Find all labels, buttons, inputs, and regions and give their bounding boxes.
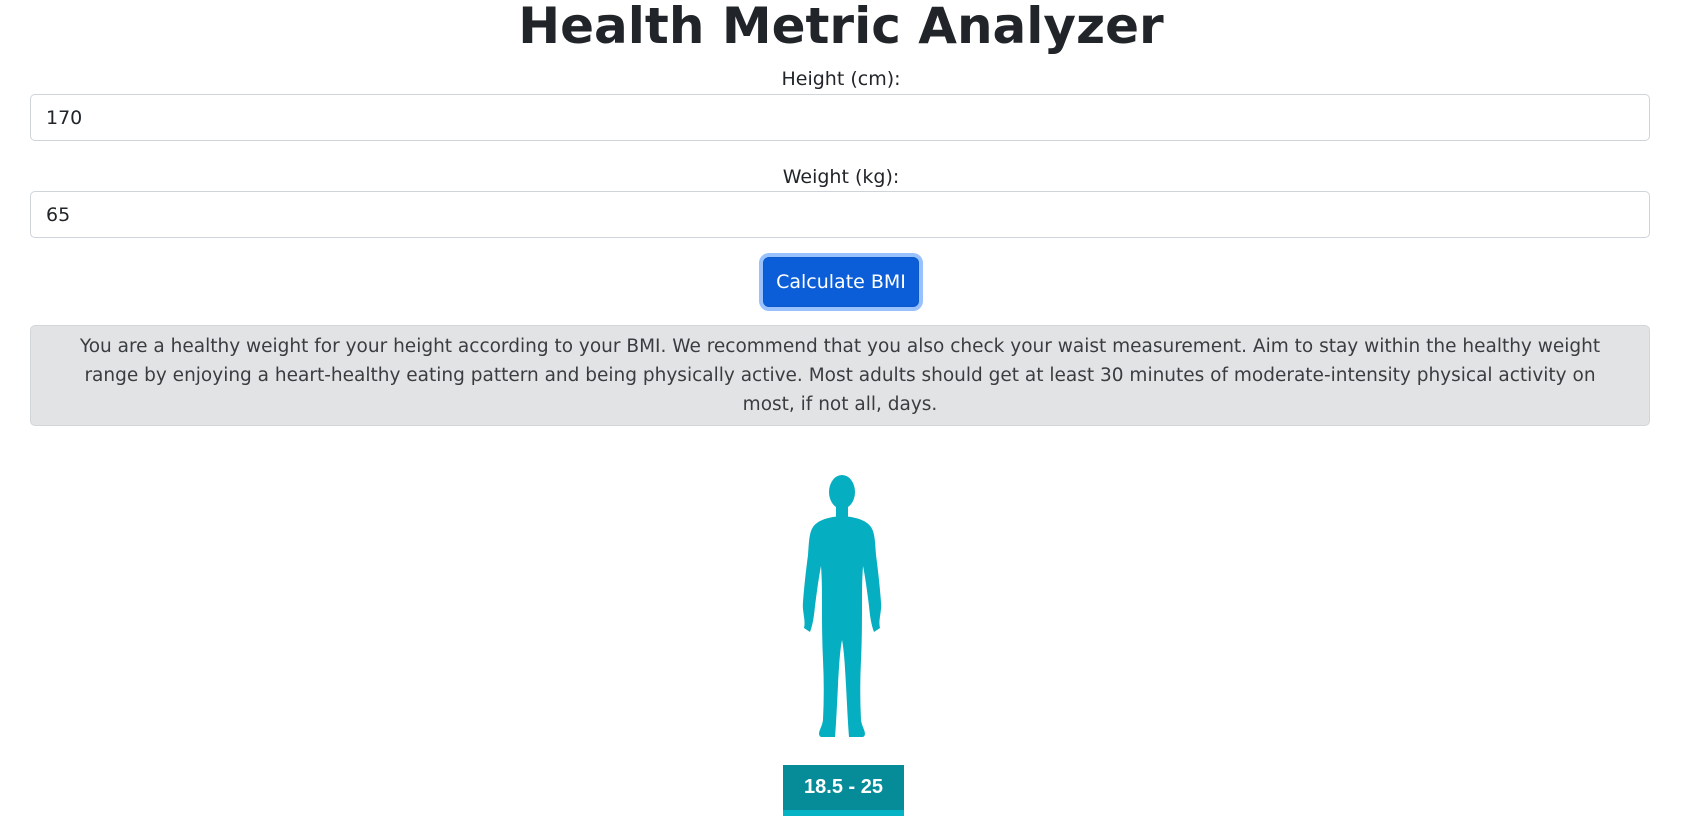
calculate-bmi-button[interactable]: Calculate BMI — [763, 257, 919, 307]
body-silhouette — [802, 475, 882, 737]
weight-label: Weight (kg): — [782, 166, 900, 188]
height-input[interactable] — [30, 94, 1650, 141]
healthy-body-figure-icon — [802, 475, 882, 737]
bmi-result-message: You are a healthy weight for your height… — [79, 336, 1601, 415]
page-title: Health Metric Analyzer — [518, 0, 1164, 55]
bmi-page: Health Metric Analyzer Height (cm): Weig… — [0, 0, 1682, 816]
bmi-range-badge: 18.5 - 25 — [783, 765, 904, 816]
weight-input[interactable] — [30, 191, 1650, 238]
bmi-result-alert: You are a healthy weight for your height… — [30, 325, 1650, 426]
height-label: Height (cm): — [781, 68, 901, 90]
